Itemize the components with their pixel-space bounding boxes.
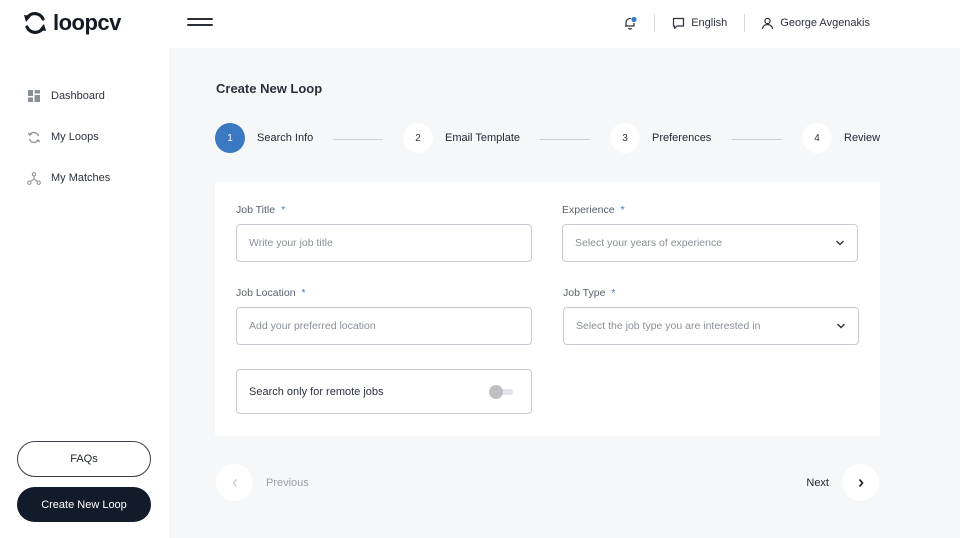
notifications-button[interactable] (622, 15, 638, 31)
dashboard-icon (27, 89, 41, 103)
menu-icon-line (187, 24, 213, 26)
user-name: George Avgenakis (780, 17, 870, 29)
loop-icon (27, 130, 41, 144)
field-label: Experience * (562, 204, 858, 216)
previous-button[interactable]: Previous (216, 464, 309, 501)
step-number: 1 (215, 123, 245, 153)
job-type-label: Job Type (563, 287, 606, 299)
step-number: 3 (610, 123, 640, 153)
step-label: Preferences (652, 132, 712, 144)
step-preferences[interactable]: 3 Preferences (610, 123, 711, 153)
logo[interactable]: loopcv (22, 10, 121, 36)
step-email-template[interactable]: 2 Email Template (403, 123, 520, 153)
top-bar: loopcv English George Avgenakis (0, 0, 960, 48)
sidebar-item-label: My Loops (51, 131, 99, 143)
step-number: 4 (802, 123, 832, 153)
next-button[interactable]: Next (806, 464, 879, 501)
chevron-down-icon (836, 240, 844, 246)
experience-label: Experience (562, 204, 615, 216)
required-marker: * (611, 287, 616, 299)
experience-field: Experience * Select your years of experi… (562, 204, 858, 262)
remote-only-label: Search only for remote jobs (249, 385, 384, 398)
chevron-right-icon (842, 464, 879, 501)
matches-icon (27, 171, 41, 185)
job-location-label: Job Location (236, 287, 296, 299)
job-location-input[interactable]: Add your preferred location (236, 307, 532, 345)
brand-name: loopcv (53, 10, 121, 35)
experience-placeholder: Select your years of experience (575, 237, 723, 249)
language-label: English (691, 17, 728, 29)
create-new-loop-button[interactable]: Create New Loop (17, 487, 151, 522)
header-actions: English George Avgenakis (622, 12, 870, 34)
previous-label: Previous (266, 476, 309, 489)
required-marker: * (281, 204, 286, 216)
job-type-placeholder: Select the job type you are interested i… (576, 320, 761, 332)
sidebar-item-dashboard[interactable]: Dashboard (27, 89, 105, 103)
step-search-info[interactable]: 1 Search Info (215, 123, 313, 153)
step-connector (732, 139, 782, 140)
sidebar-item-label: Dashboard (51, 90, 105, 102)
step-number: 2 (403, 123, 433, 153)
step-review[interactable]: 4 Review (802, 123, 880, 153)
required-marker: * (301, 287, 306, 299)
sidebar-item-my-matches[interactable]: My Matches (27, 171, 110, 185)
faqs-button[interactable]: FAQs (17, 441, 151, 477)
field-label: Job Title * (236, 204, 532, 216)
bell-icon (625, 16, 637, 30)
field-label: Job Location * (236, 287, 532, 299)
job-location-field: Job Location * Add your preferred locati… (236, 287, 532, 345)
job-title-placeholder: Write your job title (249, 237, 333, 249)
menu-toggle-button[interactable] (187, 18, 213, 28)
chevron-left-icon (216, 464, 253, 501)
user-icon (762, 17, 774, 29)
step-connector (333, 139, 383, 140)
experience-select[interactable]: Select your years of experience (562, 224, 858, 262)
job-type-select[interactable]: Select the job type you are interested i… (563, 307, 859, 345)
step-label: Review (844, 132, 881, 144)
page-title: Create New Loop (216, 81, 323, 96)
field-label: Job Type * (563, 287, 859, 299)
user-menu[interactable]: George Avgenakis (761, 17, 870, 30)
required-marker: * (620, 204, 625, 216)
sidebar-item-label: My Matches (51, 172, 111, 184)
job-type-field: Job Type * Select the job type you are i… (563, 287, 859, 345)
sidebar: Dashboard My Loops My Matches FAQs Creat… (0, 48, 169, 538)
remote-only-toggle[interactable] (489, 384, 515, 399)
main-content: Create New Loop 1 Search Info 2 Email Te… (169, 48, 960, 538)
job-location-placeholder: Add your preferred location (249, 320, 376, 332)
step-label: Search Info (257, 132, 314, 144)
search-info-form: Job Title * Write your job title Experie… (215, 182, 880, 436)
toggle-knob (489, 384, 503, 399)
job-title-label: Job Title (236, 204, 276, 216)
menu-icon-line (187, 18, 213, 20)
language-selector[interactable]: English (672, 17, 727, 30)
chat-bubble-icon (673, 17, 685, 29)
sidebar-item-my-loops[interactable]: My Loops (27, 130, 99, 144)
job-title-input[interactable]: Write your job title (236, 224, 532, 262)
step-label: Email Template (445, 132, 520, 144)
divider (744, 14, 746, 32)
stepper: 1 Search Info 2 Email Template 3 Prefere… (215, 123, 880, 155)
chevron-down-icon (837, 323, 845, 329)
loop-logo-icon (24, 12, 46, 34)
next-label: Next (806, 476, 829, 489)
divider (654, 14, 656, 32)
job-title-field: Job Title * Write your job title (236, 204, 532, 262)
step-connector (540, 139, 590, 140)
remote-only-option: Search only for remote jobs (236, 369, 532, 414)
